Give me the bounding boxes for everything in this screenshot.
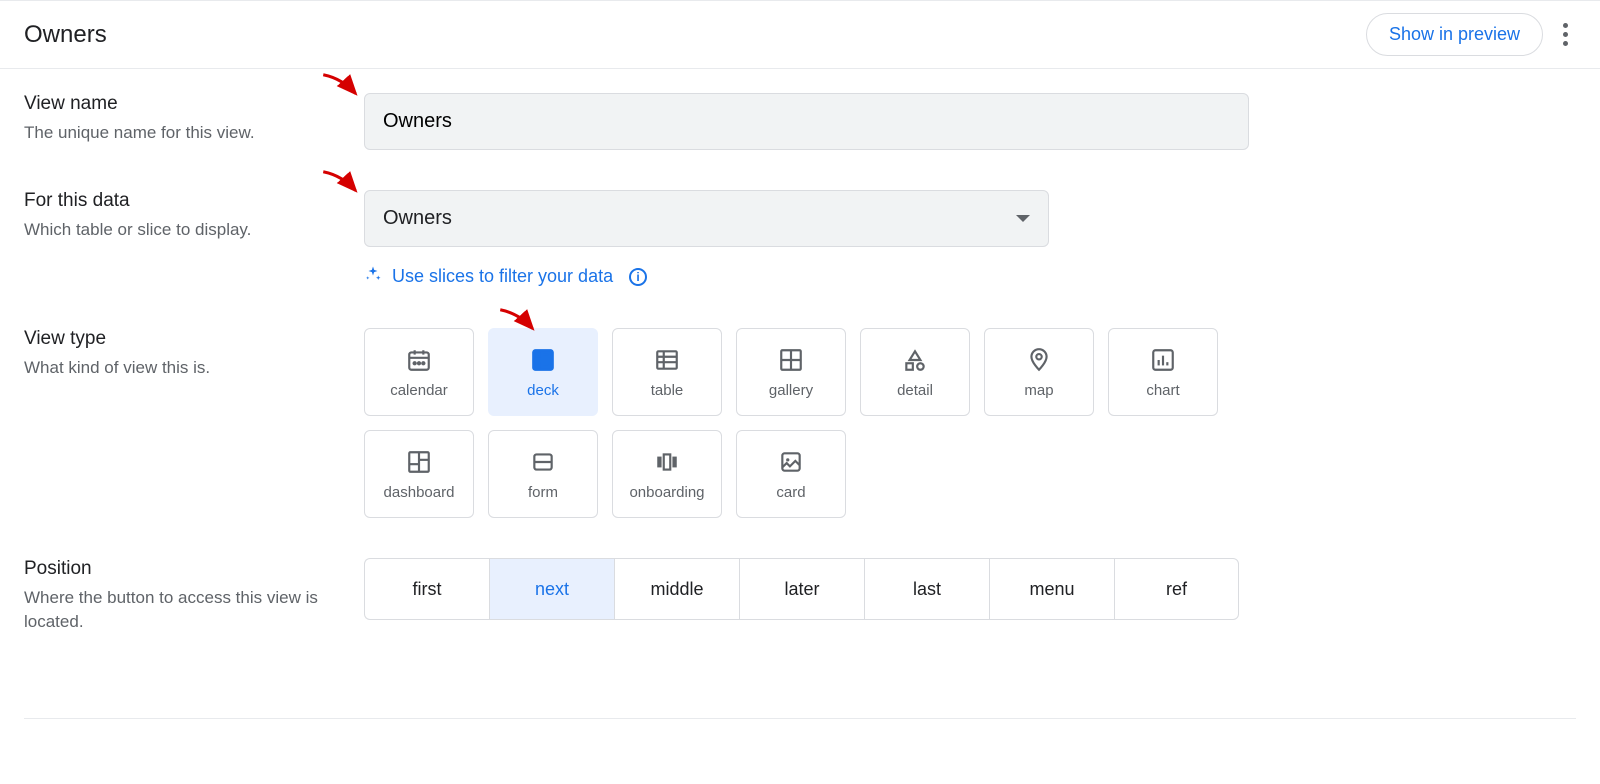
view-type-calendar[interactable]: calendar: [364, 328, 474, 416]
view-name-label: View name: [24, 93, 344, 115]
detail-icon: [901, 346, 929, 374]
position-description: Where the button to access this view is …: [24, 586, 344, 634]
deck-icon: [529, 346, 557, 374]
view-type-table[interactable]: table: [612, 328, 722, 416]
view-type-label-text: card: [776, 484, 805, 501]
position-first[interactable]: first: [364, 558, 489, 620]
view-name-input[interactable]: [364, 93, 1249, 150]
view-type-label-text: chart: [1146, 382, 1179, 399]
view-type-deck[interactable]: deck: [488, 328, 598, 416]
show-in-preview-button[interactable]: Show in preview: [1366, 13, 1543, 56]
for-data-description: Which table or slice to display.: [24, 218, 344, 242]
position-middle[interactable]: middle: [614, 558, 739, 620]
view-name-description: The unique name for this view.: [24, 121, 344, 145]
view-type-label-text: detail: [897, 382, 933, 399]
view-type-label-text: calendar: [390, 382, 448, 399]
onboarding-icon: [653, 448, 681, 476]
divider: [24, 718, 1576, 719]
view-type-dashboard[interactable]: dashboard: [364, 430, 474, 518]
position-group: first next middle later last menu ref: [364, 558, 1576, 620]
chevron-down-icon: [1016, 215, 1030, 222]
position-last[interactable]: last: [864, 558, 989, 620]
position-later[interactable]: later: [739, 558, 864, 620]
page-title: Owners: [24, 21, 107, 49]
slice-link-text: Use slices to filter your data: [392, 266, 613, 287]
view-type-detail[interactable]: detail: [860, 328, 970, 416]
header: Owners Show in preview: [0, 0, 1600, 69]
info-icon[interactable]: i: [629, 268, 647, 286]
form-icon: [529, 448, 557, 476]
for-data-select[interactable]: Owners: [364, 190, 1049, 247]
gallery-icon: [777, 346, 805, 374]
position-menu[interactable]: menu: [989, 558, 1114, 620]
position-ref[interactable]: ref: [1114, 558, 1239, 620]
view-type-label: View type: [24, 328, 344, 350]
view-type-label-text: dashboard: [384, 484, 455, 501]
view-type-grid: calendar deck table: [364, 328, 1264, 518]
view-type-label-text: deck: [527, 382, 559, 399]
view-type-card[interactable]: card: [736, 430, 846, 518]
position-next[interactable]: next: [489, 558, 614, 620]
view-type-description: What kind of view this is.: [24, 356, 344, 380]
more-menu-icon[interactable]: [1555, 15, 1576, 54]
table-icon: [653, 346, 681, 374]
card-icon: [777, 448, 805, 476]
view-type-label-text: table: [651, 382, 684, 399]
view-type-chart[interactable]: chart: [1108, 328, 1218, 416]
position-label: Position: [24, 558, 344, 580]
calendar-icon: [405, 346, 433, 374]
view-type-label-text: gallery: [769, 382, 813, 399]
map-icon: [1025, 346, 1053, 374]
for-data-label: For this data: [24, 190, 344, 212]
view-type-gallery[interactable]: gallery: [736, 328, 846, 416]
dashboard-icon: [405, 448, 433, 476]
chart-icon: [1149, 346, 1177, 374]
view-type-form[interactable]: form: [488, 430, 598, 518]
view-type-onboarding[interactable]: onboarding: [612, 430, 722, 518]
for-data-value: Owners: [383, 207, 452, 230]
view-type-label-text: onboarding: [629, 484, 704, 501]
view-type-label-text: form: [528, 484, 558, 501]
sparkle-icon: [364, 265, 382, 288]
view-type-map[interactable]: map: [984, 328, 1094, 416]
view-type-label-text: map: [1024, 382, 1053, 399]
use-slices-link[interactable]: Use slices to filter your data i: [364, 265, 1576, 288]
